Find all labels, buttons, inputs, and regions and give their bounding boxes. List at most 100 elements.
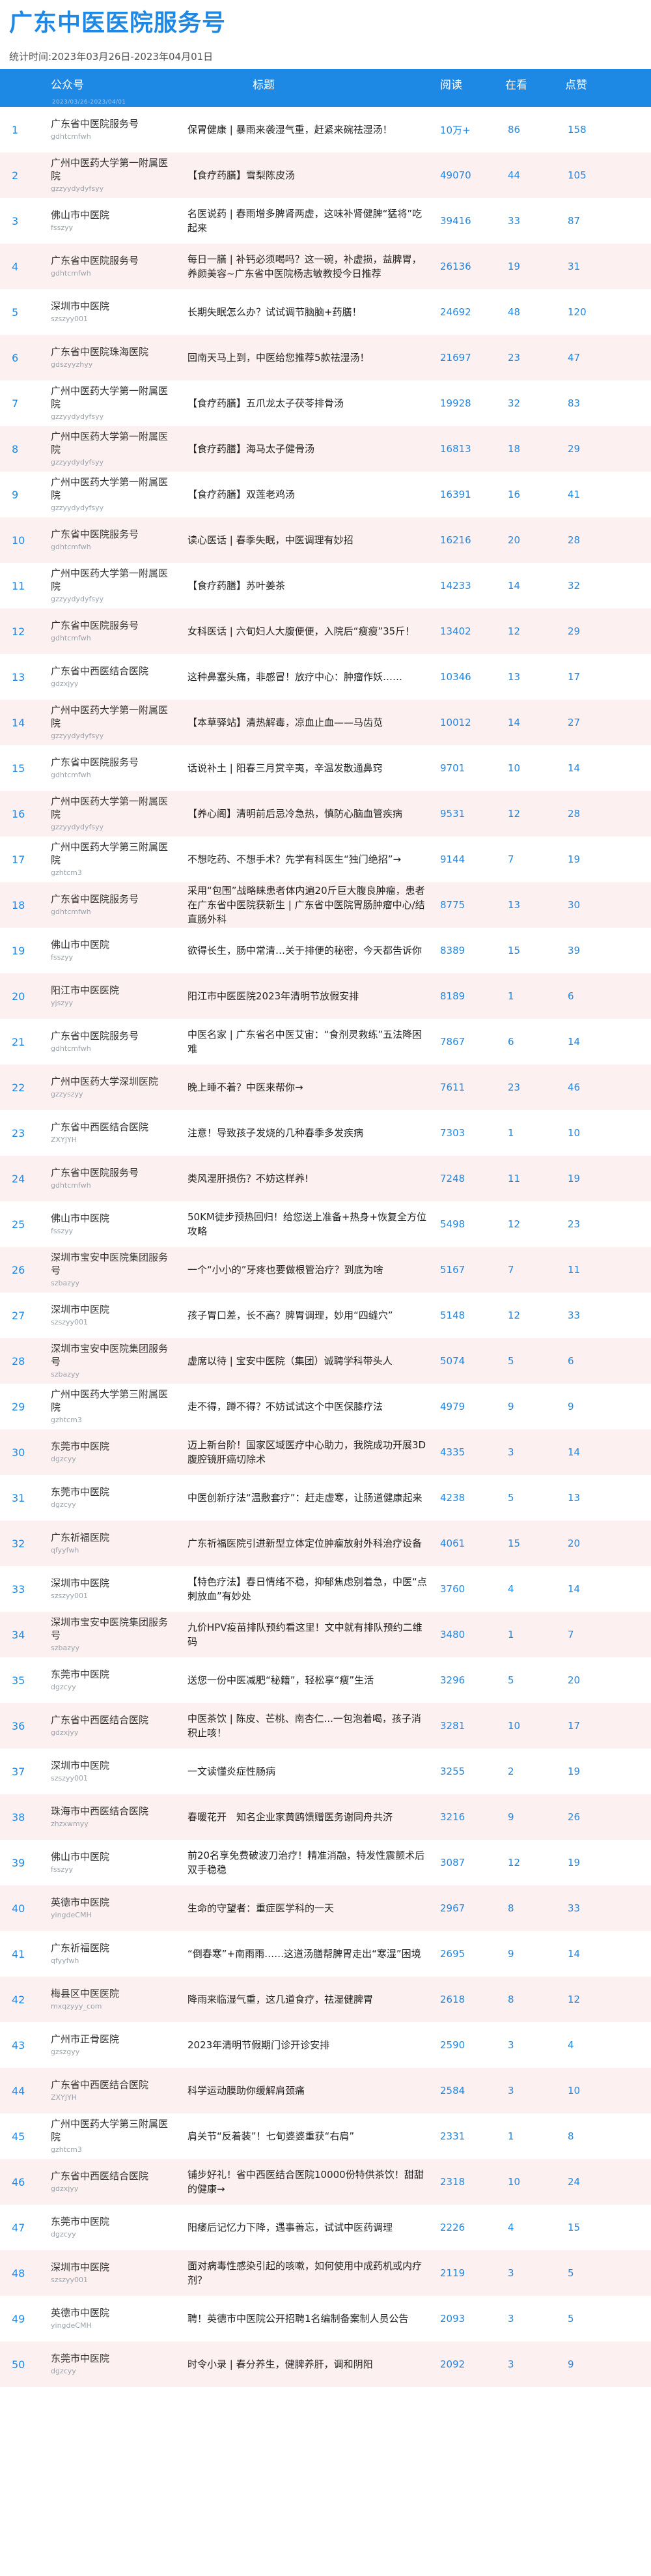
- account-name[interactable]: 广东省中医院服务号: [51, 1166, 172, 1179]
- account-name[interactable]: 佛山市中医院: [51, 1212, 172, 1225]
- article-title[interactable]: 晚上睡不着？中医来帮你→: [176, 1065, 436, 1110]
- account-name[interactable]: 广东省中医院服务号: [51, 117, 172, 130]
- article-title[interactable]: 科学运动膜助你缓解肩颈痛: [176, 2068, 436, 2113]
- account-name[interactable]: 东莞市中医院: [51, 1485, 172, 1498]
- article-title[interactable]: 【食疗药膳】海马太子健骨汤: [176, 426, 436, 472]
- account-name[interactable]: 广东省中医院服务号: [51, 756, 172, 769]
- account-name[interactable]: 广东省中医院服务号: [51, 893, 172, 906]
- article-title[interactable]: 长期失眠怎么办？试试调节脑脑+药膳！: [176, 289, 436, 335]
- account-name[interactable]: 广东省中医院珠海医院: [51, 345, 172, 358]
- account-name[interactable]: 广州中医药大学第一附属医院: [51, 795, 172, 821]
- account-name[interactable]: 深圳市中医院: [51, 1303, 172, 1316]
- article-title[interactable]: 广东祈福医院引进新型立体定位肿瘤放射外科治疗设备: [176, 1521, 436, 1566]
- account-name[interactable]: 深圳市中医院: [51, 300, 172, 313]
- article-title[interactable]: 孩子胃口差，长不高？脾胃调理，妙用“四缝穴”: [176, 1293, 436, 1338]
- article-title[interactable]: 注意！导致孩子发烧的几种春季多发疾病: [176, 1110, 436, 1156]
- article-title[interactable]: 迈上新台阶！国家区域医疗中心助力，我院成功开展3D腹腔镜肝癌切除术: [176, 1429, 436, 1475]
- article-title[interactable]: 每日一膳 | 补钙必须喝吗？这一碗，补虚损，益脾胃，养颜美容~广东省中医院杨志敏…: [176, 244, 436, 289]
- account-name[interactable]: 广东省中医院服务号: [51, 1029, 172, 1042]
- article-title[interactable]: 话说补土 | 阳春三月赏辛夷，辛温发散通鼻窍: [176, 745, 436, 791]
- article-title[interactable]: 肩关节“反着装”！七旬婆婆重获“右肩”: [176, 2113, 436, 2159]
- account-name[interactable]: 广东省中西医结合医院: [51, 1121, 172, 1134]
- article-title[interactable]: 欲得长生，肠中常清…关于排便的秘密，今天都告诉你: [176, 928, 436, 973]
- article-title[interactable]: 【养心阁】清明前后忌冷急热，慎防心脑血管疾病: [176, 791, 436, 837]
- article-title[interactable]: 中医茶饮 | 陈皮、芒桃、南杏仁...一包泡着喝，孩子消积止咳！: [176, 1703, 436, 1749]
- article-title[interactable]: 保胃健康 | 暴雨来袭湿气重，赶紧来碗祛湿汤！: [176, 107, 436, 152]
- account-name[interactable]: 广东省中西医结合医院: [51, 2169, 172, 2182]
- article-title[interactable]: 【食疗药膳】雪梨陈皮汤: [176, 152, 436, 198]
- account-name[interactable]: 珠海市中西医结合医院: [51, 1805, 172, 1818]
- account-name[interactable]: 广州中医药大学第三附属医院: [51, 1388, 172, 1414]
- account-name[interactable]: 广东省中医院服务号: [51, 619, 172, 632]
- account-name[interactable]: 东莞市中医院: [51, 2352, 172, 2365]
- article-title[interactable]: 铺步好礼！省中西医结合医院10000份特供茶饮！甜甜的健康→: [176, 2159, 436, 2205]
- article-title[interactable]: “倒春寒”+南雨雨……这道汤膳帮脾胃走出“寒湿”困境: [176, 1931, 436, 1977]
- article-title[interactable]: 【食疗药膳】双莲老鸡汤: [176, 472, 436, 517]
- article-title[interactable]: 中医创新疗法“温敷套疗”：赶走虚寒，让肠道健康起来: [176, 1475, 436, 1521]
- account-name[interactable]: 深圳市宝安中医院集团服务号: [51, 1342, 172, 1368]
- article-title[interactable]: 面对病毒性感染引起的咳嗽，如何使用中成药机或内疗剂？: [176, 2250, 436, 2296]
- article-title[interactable]: 不想吃药、不想手术？先学有科医生“独门绝招”→: [176, 837, 436, 882]
- article-title[interactable]: 读心医话 | 春季失眠，中医调理有妙招: [176, 517, 436, 563]
- article-title[interactable]: 阳江市中医医院2023年清明节放假安排: [176, 973, 436, 1019]
- account-name[interactable]: 深圳市宝安中医院集团服务号: [51, 1251, 172, 1277]
- account-name[interactable]: 广东省中西医结合医院: [51, 2078, 172, 2091]
- article-title[interactable]: 送您一份中医减肥“秘籍”，轻松享“瘦”生活: [176, 1657, 436, 1703]
- account-name[interactable]: 深圳市宝安中医院集团服务号: [51, 1616, 172, 1642]
- article-title[interactable]: 50KM徒步预热回归！给您送上准备+热身+恢复全方位攻略: [176, 1201, 436, 1247]
- article-title[interactable]: 九价HPV疫苗排队预约看这里！文中就有排队预约二维码: [176, 1612, 436, 1657]
- account-name[interactable]: 佛山市中医院: [51, 938, 172, 951]
- account-name[interactable]: 广州中医药大学第一附属医院: [51, 476, 172, 502]
- account-name[interactable]: 广州中医药大学第一附属医院: [51, 430, 172, 456]
- account-name[interactable]: 英德市中医院: [51, 1896, 172, 1909]
- article-title[interactable]: 这种鼻塞头痛，非感冒！放疗中心：肿瘤作妖……: [176, 654, 436, 700]
- account-name[interactable]: 广州市正骨医院: [51, 2033, 172, 2046]
- account-name[interactable]: 英德市中医院: [51, 2306, 172, 2319]
- article-title[interactable]: 一文读懂炎症性肠病: [176, 1749, 436, 1794]
- account-name[interactable]: 广州中医药大学第三附属医院: [51, 2117, 172, 2143]
- article-title[interactable]: 降雨来临湿气重，这几道食疗，祛湿健脾胃: [176, 1977, 436, 2022]
- article-title[interactable]: 女科医话 | 六旬妇人大腹便便，入院后“瘦瘦”35斤！: [176, 608, 436, 654]
- article-title[interactable]: 聘！英德市中医院公开招聘1名编制备案制人员公告: [176, 2296, 436, 2341]
- account-name[interactable]: 广州中医药大学第一附属医院: [51, 567, 172, 593]
- account-name[interactable]: 广东省中医院服务号: [51, 254, 172, 267]
- account-name[interactable]: 深圳市中医院: [51, 1577, 172, 1590]
- article-title[interactable]: 中医名家 | 广东省名中医艾宙：“食剂灵救练”五法降困难: [176, 1019, 436, 1065]
- account-name[interactable]: 广州中医药大学第一附属医院: [51, 156, 172, 182]
- article-title[interactable]: 前20名享免费破波刀治疗！精准消融，特发性震颤术后双手稳稳: [176, 1840, 436, 1885]
- article-title[interactable]: 一个“小小的”牙疼也要做根管治疗？到底为啥: [176, 1247, 436, 1293]
- account-name[interactable]: 广东祈福医院: [51, 1941, 172, 1954]
- account-name[interactable]: 东莞市中医院: [51, 2215, 172, 2228]
- article-title[interactable]: 类风湿肝损伤？不妨这样养!: [176, 1156, 436, 1201]
- article-title[interactable]: 回南天马上到，中医给您推荐5款祛湿汤！: [176, 335, 436, 380]
- account-name[interactable]: 广东省中西医结合医院: [51, 665, 172, 678]
- account-name[interactable]: 广东省中医院服务号: [51, 528, 172, 541]
- article-title[interactable]: 采用“包围”战略睐患者体内遍20斤巨大腹良肿瘤，患者在广东省中医院获新生 | 广…: [176, 882, 436, 928]
- account-name[interactable]: 深圳市中医院: [51, 2261, 172, 2274]
- account-name[interactable]: 佛山市中医院: [51, 208, 172, 222]
- article-title[interactable]: 虚席以待 | 宝安中医院（集团）诚聘学科带头人: [176, 1338, 436, 1384]
- article-title[interactable]: 【食疗药膳】五爪龙太子茯苓排骨汤: [176, 380, 436, 426]
- account-name[interactable]: 东莞市中医院: [51, 1668, 172, 1681]
- article-title[interactable]: 【食疗药膳】苏叶姜茶: [176, 563, 436, 608]
- account-name[interactable]: 广东省中西医结合医院: [51, 1713, 172, 1726]
- article-title[interactable]: 【本草驿站】清热解毒，凉血止血——马齿苋: [176, 700, 436, 745]
- account-name[interactable]: 梅县区中医医院: [51, 1987, 172, 2000]
- account-name[interactable]: 广东祈福医院: [51, 1531, 172, 1544]
- account-name[interactable]: 深圳市中医院: [51, 1759, 172, 1772]
- article-title[interactable]: 名医说药 | 春雨增多脾肾两虚，这味补肾健脾“猛将”吃起来: [176, 198, 436, 244]
- account-name[interactable]: 广州中医药大学第三附属医院: [51, 840, 172, 866]
- account-name[interactable]: 广州中医药大学深圳医院: [51, 1075, 172, 1088]
- article-title[interactable]: 春暖花开 知名企业家黄鸥馈赠医务谢同舟共济: [176, 1794, 436, 1840]
- account-name[interactable]: 东莞市中医院: [51, 1440, 172, 1453]
- article-title[interactable]: 走不得，蹲不得？不妨试试这个中医保膝疗法: [176, 1384, 436, 1429]
- account-name[interactable]: 广州中医药大学第一附属医院: [51, 384, 172, 410]
- account-name[interactable]: 广州中医药大学第一附属医院: [51, 704, 172, 730]
- article-title[interactable]: 【特色疗法】春日情绪不稳，抑郁焦虑别着急，中医“点刺放血”有妙处: [176, 1566, 436, 1612]
- account-name[interactable]: 阳江市中医医院: [51, 984, 172, 997]
- account-name[interactable]: 佛山市中医院: [51, 1850, 172, 1863]
- article-title[interactable]: 时令小录 | 春分养生，健脾养肝，调和阴阳: [176, 2341, 436, 2387]
- article-title[interactable]: 阳痿后记忆力下降，遇事善忘，试试中医药调理: [176, 2205, 436, 2250]
- article-title[interactable]: 2023年清明节假期门诊开诊安排: [176, 2022, 436, 2068]
- article-title[interactable]: 生命的守望者：重症医学科的一天: [176, 1885, 436, 1931]
